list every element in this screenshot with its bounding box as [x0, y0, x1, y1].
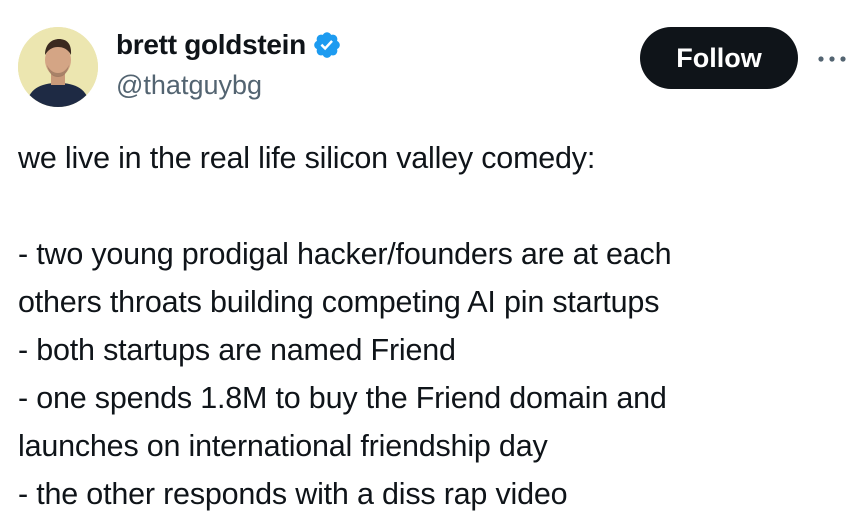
avatar-image [18, 27, 98, 107]
user-handle[interactable]: @thatguybg [116, 70, 342, 101]
tweet-line: - the other responds with a diss rap vid… [18, 477, 568, 511]
follow-button[interactable]: Follow [640, 27, 798, 89]
tweet-line: we live in the real life silicon valley … [18, 141, 596, 175]
display-name[interactable]: brett goldstein [116, 29, 306, 61]
more-options-icon[interactable] [810, 44, 854, 74]
tweet-line: - one spends 1.8M to buy the Friend doma… [18, 381, 667, 415]
author-block: brett goldstein @thatguybg [116, 28, 342, 108]
tweet-line: others throats building competing AI pin… [18, 285, 660, 319]
tweet-text: we live in the real life silicon valley … [18, 134, 848, 518]
tweet-line: - two young prodigal hacker/founders are… [18, 237, 672, 271]
avatar[interactable] [18, 27, 98, 107]
tweet-line: launches on international friendship day [18, 429, 548, 463]
verified-badge-icon[interactable] [312, 30, 342, 60]
tweet-card: brett goldstein @thatguybg Follow we liv… [0, 0, 864, 532]
tweet-line: - both startups are named Friend [18, 333, 456, 367]
name-row: brett goldstein [116, 28, 342, 62]
